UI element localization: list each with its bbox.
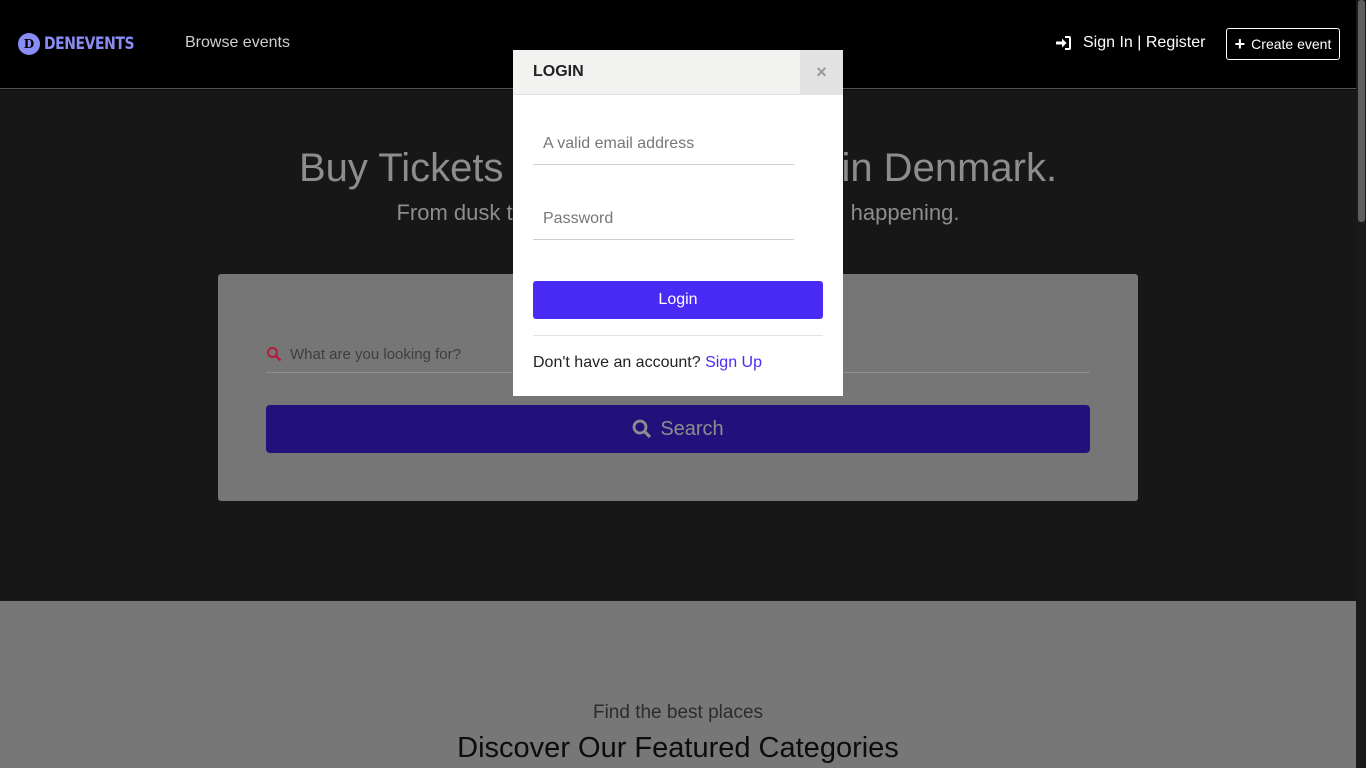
login-modal: LOGIN × A valid email address Password L… <box>513 50 843 396</box>
email-field[interactable]: A valid email address <box>533 125 794 165</box>
signup-prompt: Don't have an account? Sign Up <box>533 354 762 372</box>
email-placeholder: A valid email address <box>543 135 695 152</box>
search-button-label: Search <box>660 417 724 440</box>
logo-icon: D <box>18 33 40 55</box>
browse-events-link[interactable]: Browse events <box>185 34 290 52</box>
password-field[interactable]: Password <box>533 200 794 240</box>
plus-icon: + <box>1234 34 1246 54</box>
search-button[interactable]: Search <box>266 405 1090 453</box>
close-button[interactable]: × <box>800 50 843 94</box>
section-title: Discover Our Featured Categories <box>457 732 899 764</box>
create-event-label: Create event <box>1251 36 1332 52</box>
signup-prompt-text: Don't have an account? <box>533 354 706 371</box>
logo-text: DENEVENTS <box>44 34 135 54</box>
create-event-button[interactable]: + Create event <box>1226 28 1340 60</box>
section-subtitle: Find the best places <box>592 702 764 723</box>
sign-up-link[interactable]: Sign Up <box>705 354 762 371</box>
search-icon <box>267 347 282 362</box>
search-placeholder: What are you looking for? <box>290 345 461 363</box>
featured-categories-section: Find the best places Discover Our Featur… <box>0 601 1356 768</box>
scrollbar-thumb[interactable] <box>1358 0 1365 222</box>
modal-header: LOGIN × <box>513 50 843 95</box>
sign-in-label: Sign In | Register <box>1083 34 1206 51</box>
login-button[interactable]: Login <box>533 281 823 319</box>
modal-title: LOGIN <box>533 63 584 80</box>
password-placeholder: Password <box>543 210 614 227</box>
search-icon <box>632 419 652 439</box>
logo[interactable]: D DENEVENTS <box>18 33 154 55</box>
divider <box>533 335 823 336</box>
scrollbar[interactable] <box>1356 0 1366 768</box>
sign-in-register-link[interactable]: Sign In | Register <box>1056 34 1205 52</box>
close-icon: × <box>816 61 827 82</box>
sign-in-icon <box>1056 36 1071 50</box>
